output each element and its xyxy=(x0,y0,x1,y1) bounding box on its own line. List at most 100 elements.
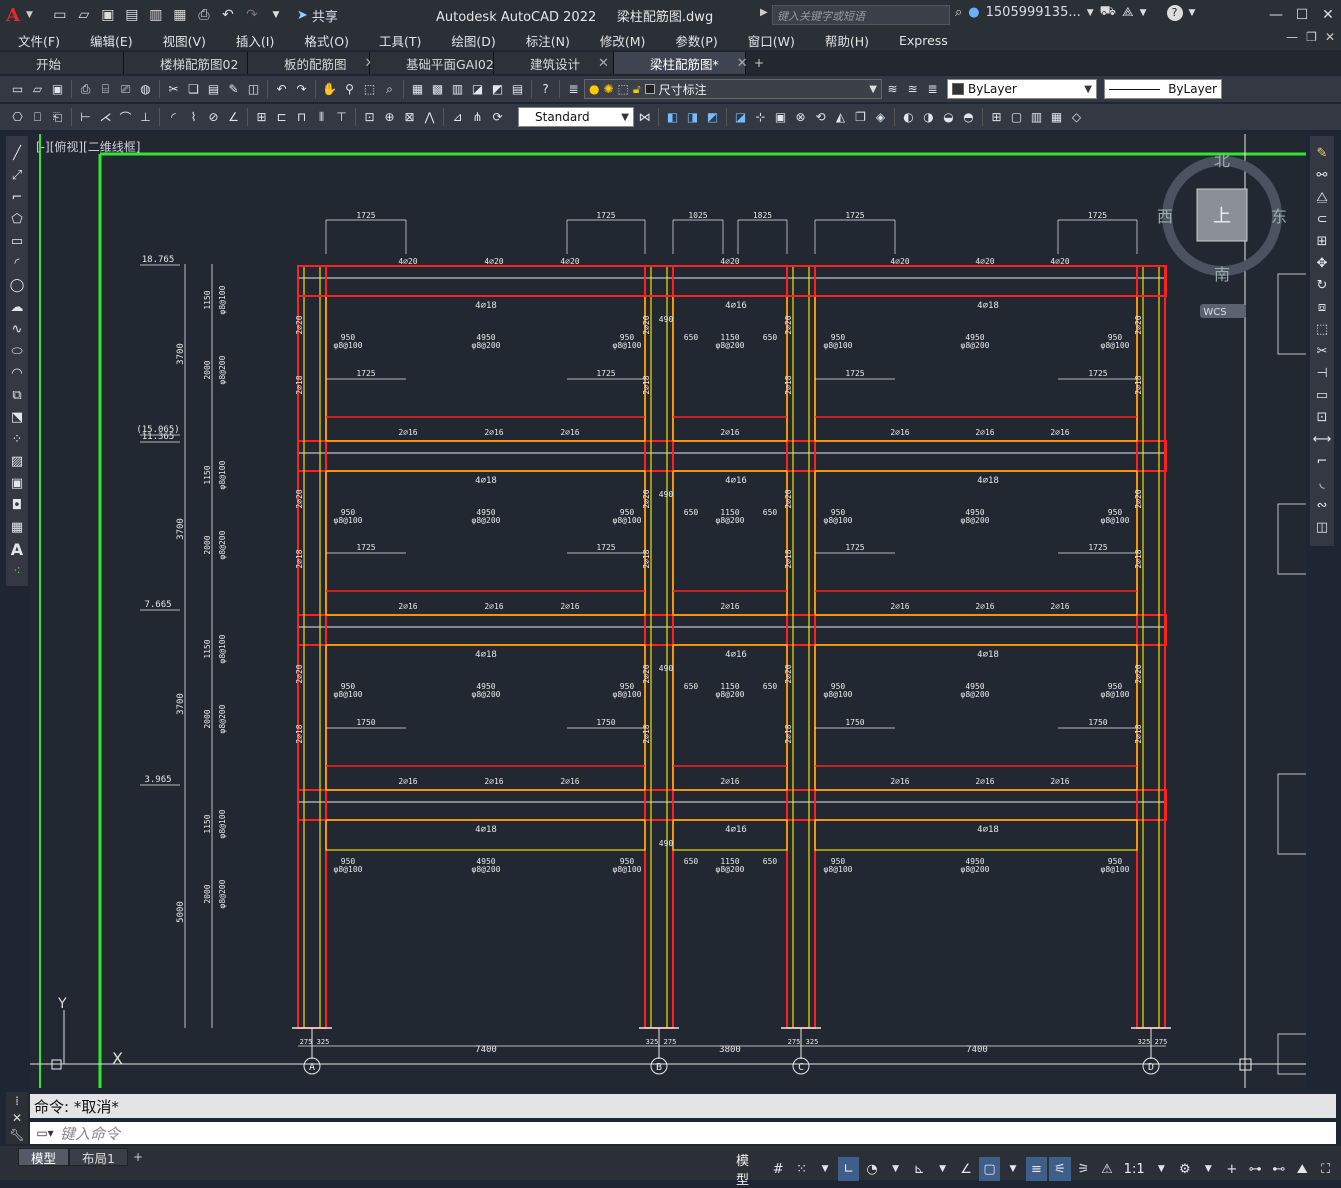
tolerance-icon[interactable]: ⊡ xyxy=(360,107,379,127)
viewcube-north[interactable]: 北 xyxy=(1214,151,1230,170)
hatch-icon[interactable]: ▨ xyxy=(7,450,27,472)
rectangle-icon[interactable]: ▭ xyxy=(7,230,27,252)
layer-lock-icon[interactable]: 🔓︎ xyxy=(633,82,641,97)
zoom-window-icon[interactable]: ⬚ xyxy=(360,79,379,99)
jogged-dim-icon[interactable]: ⌇ xyxy=(184,107,203,127)
center-mark-icon[interactable]: ⊕ xyxy=(380,107,399,127)
units-icon[interactable]: ⊶ xyxy=(1245,1157,1266,1181)
viewport-controls[interactable]: [-][俯视][二维线框] xyxy=(36,138,140,155)
command-close-icon[interactable]: ✕ xyxy=(12,1111,22,1125)
copy-object-icon[interactable]: ⚯ xyxy=(1312,164,1332,186)
menu-item-11[interactable]: 帮助(H) xyxy=(807,31,881,50)
taper-faces-icon[interactable]: ◭ xyxy=(831,107,850,127)
lineweight-icon[interactable]: ≡ xyxy=(1025,1157,1048,1181)
layout-tab-model[interactable]: 模型 xyxy=(18,1148,70,1166)
menu-item-9[interactable]: 参数(P) xyxy=(657,31,729,50)
rotate-faces-icon[interactable]: ⟲ xyxy=(811,107,830,127)
viewcube-top-label[interactable]: 上 xyxy=(1213,206,1231,227)
help-chevron-icon[interactable]: ▼ xyxy=(1189,8,1196,18)
extend-icon[interactable]: ⊣ xyxy=(1312,362,1332,384)
solid-edit-icon[interactable]: ▦ xyxy=(1047,107,1066,127)
layer-chevron-icon[interactable]: ▼ xyxy=(869,84,877,95)
ellipse-arc-icon[interactable]: ◠ xyxy=(7,362,27,384)
maximize-icon[interactable]: ☐ xyxy=(1289,0,1315,30)
grid-icon[interactable]: # xyxy=(767,1157,788,1181)
drawing-minimize-icon[interactable]: — xyxy=(1286,30,1298,44)
isodraft-chevron-icon[interactable]: ▼ xyxy=(932,1157,953,1181)
copy-faces-icon[interactable]: ❐ xyxy=(851,107,870,127)
color-faces-icon[interactable]: ◈ xyxy=(871,107,890,127)
menu-item-2[interactable]: 视图(V) xyxy=(145,31,218,50)
design-center-icon[interactable]: ▩ xyxy=(428,79,447,99)
arc-length-icon[interactable]: ⌒ xyxy=(116,107,135,127)
union-icon[interactable]: ◧ xyxy=(663,107,682,127)
cloud-save-icon[interactable]: ▥ xyxy=(145,4,167,26)
app-chevron-icon[interactable]: ▼ xyxy=(1140,8,1147,18)
minimize-icon[interactable]: — xyxy=(1263,0,1289,30)
inspection-icon[interactable]: ⊠ xyxy=(400,107,419,127)
angular-dim-icon[interactable]: ∠ xyxy=(224,107,243,127)
extract-edges-icon[interactable]: ◇ xyxy=(1067,107,1086,127)
shell-icon[interactable]: ▢ xyxy=(1007,107,1026,127)
color-chevron-icon[interactable]: ▼ xyxy=(1084,84,1092,95)
help-icon[interactable]: ? xyxy=(536,79,555,99)
plot-preview-icon[interactable]: ⌸ xyxy=(96,79,115,99)
table-icon[interactable]: ▦ xyxy=(7,516,27,538)
baseline-dim-icon[interactable]: ⊏ xyxy=(272,107,291,127)
wcs-label[interactable]: WCS xyxy=(1203,307,1226,318)
polar-chevron-icon[interactable]: ▼ xyxy=(885,1157,906,1181)
sheet-set-icon[interactable]: ◪ xyxy=(468,79,487,99)
dim-refresh-icon[interactable]: ⟳ xyxy=(488,107,507,127)
file-tab-2[interactable]: 板的配筋图✕ xyxy=(248,52,375,74)
chamfer-icon[interactable]: ⌐ xyxy=(1312,450,1332,472)
aligned-dim-icon[interactable]: ⋌ xyxy=(96,107,115,127)
tool-palettes-icon[interactable]: ▥ xyxy=(448,79,467,99)
join-icon[interactable]: ⟷ xyxy=(1312,428,1332,450)
print-icon[interactable]: ⎙ xyxy=(193,4,215,26)
isolate-objects-icon[interactable]: ⛰ xyxy=(1292,1157,1313,1181)
annotation-scale-icon[interactable]: ⚠ xyxy=(1096,1157,1117,1181)
save-icon[interactable]: ▣ xyxy=(97,4,119,26)
save-as-icon[interactable]: ▤ xyxy=(121,4,143,26)
viewcube[interactable]: 上 北 南 东 西 WCS xyxy=(1157,151,1287,318)
spline-icon[interactable]: ∿ xyxy=(7,318,27,340)
search-icon[interactable]: ⌕ xyxy=(955,5,962,20)
layer-combo[interactable]: ● ✺ ⬚ 🔓︎ 尺寸标注 ▼ xyxy=(584,79,882,99)
osnap-chevron-icon[interactable]: ▼ xyxy=(1002,1157,1023,1181)
stretch-icon[interactable]: ⬚ xyxy=(1312,318,1332,340)
circle-icon[interactable]: ◯ xyxy=(7,274,27,296)
new-tab-icon[interactable]: + xyxy=(746,52,772,74)
explode-icon[interactable]: ◫ xyxy=(1312,516,1332,538)
user-account[interactable]: 1505999135... xyxy=(986,5,1081,20)
command-input[interactable]: ▭▾ 键入命令 xyxy=(30,1122,1336,1144)
break-at-point-icon[interactable]: ▭ xyxy=(1312,384,1332,406)
zoom-realtime-icon[interactable]: ⚲ xyxy=(340,79,359,99)
ortho-icon[interactable]: ∟ xyxy=(837,1157,860,1181)
quick-properties-icon[interactable]: ⊷ xyxy=(1268,1157,1289,1181)
command-prompt-icon[interactable]: ▭▾ xyxy=(30,1126,60,1140)
layer-state-icon[interactable]: ≣ xyxy=(923,79,942,99)
new-file-icon[interactable]: ▭ xyxy=(49,4,71,26)
snap-icon[interactable]: ⁙ xyxy=(791,1157,812,1181)
jogged-linear-icon[interactable]: ⋀ xyxy=(420,107,439,127)
plot-icon[interactable]: ⎙ xyxy=(76,79,95,99)
open-folder-icon[interactable]: ▱ xyxy=(73,4,95,26)
continue-dim-icon[interactable]: ⊓ xyxy=(292,107,311,127)
redo-icon[interactable]: ↷ xyxy=(292,79,311,99)
make-block-icon[interactable]: ⬔ xyxy=(7,406,27,428)
polar-icon[interactable]: ◔ xyxy=(861,1157,882,1181)
full-screen-icon[interactable]: ⛶ xyxy=(1315,1157,1336,1181)
intersect-icon[interactable]: ◩ xyxy=(703,107,722,127)
imprint-icon[interactable]: ◒ xyxy=(939,107,958,127)
text-style-combo[interactable]: Standard ▼ xyxy=(518,107,634,127)
viewcube-east[interactable]: 东 xyxy=(1271,207,1287,226)
menu-item-1[interactable]: 编辑(E) xyxy=(72,31,145,50)
dim-text-edit-icon[interactable]: ⋔ xyxy=(468,107,487,127)
quick-dim-icon[interactable]: ⎔ xyxy=(8,107,27,127)
fillet-icon[interactable]: ◟ xyxy=(1312,472,1332,494)
clean-icon[interactable]: ◓ xyxy=(959,107,978,127)
tab-close-icon[interactable]: ✕ xyxy=(598,56,609,71)
blend-curves-icon[interactable]: ∾ xyxy=(1312,494,1332,516)
file-tab-5[interactable]: 梁柱配筋图* ✕ xyxy=(614,52,748,74)
undo-icon[interactable]: ↶ xyxy=(272,79,291,99)
